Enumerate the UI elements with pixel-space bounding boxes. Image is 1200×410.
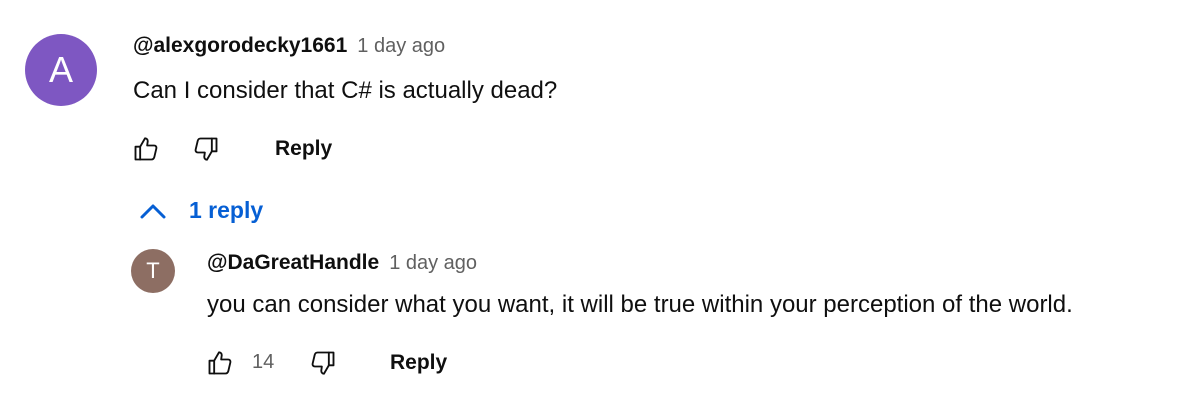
avatar-letter: A	[48, 49, 73, 90]
reply-like-button[interactable]	[203, 346, 237, 380]
thumbs-down-icon	[194, 137, 218, 161]
comment-text: Can I consider that C# is actually dead?	[133, 77, 558, 104]
reply-text: you can consider what you want, it will …	[207, 291, 1073, 318]
reply-time[interactable]: 1 day ago	[389, 252, 477, 275]
dislike-button[interactable]	[189, 132, 223, 166]
reply-dislike-button[interactable]	[306, 346, 340, 380]
comment-author[interactable]: @alexgorodecky1661	[133, 34, 347, 58]
hide-replies-toggle[interactable]: 1 reply	[138, 197, 263, 224]
thumbs-up-icon	[208, 351, 232, 375]
reply-avatar[interactable]: T	[131, 249, 175, 293]
reply-reply-button[interactable]: Reply	[390, 351, 447, 375]
like-button[interactable]	[129, 132, 163, 166]
like-count: 14	[252, 351, 275, 373]
reply-header: @DaGreatHandle 1 day ago	[207, 251, 477, 275]
comment-header: @alexgorodecky1661 1 day ago	[133, 34, 445, 58]
reply-button[interactable]: Reply	[275, 137, 332, 161]
thumbs-down-icon	[311, 351, 335, 375]
reply-avatar-letter: T	[146, 258, 160, 283]
thumbs-up-icon	[134, 137, 158, 161]
replies-count-label: 1 reply	[189, 197, 264, 223]
reply-author[interactable]: @DaGreatHandle	[207, 251, 379, 275]
avatar[interactable]: A	[25, 34, 97, 106]
comment-time[interactable]: 1 day ago	[357, 35, 445, 58]
chevron-up-icon	[140, 204, 166, 218]
